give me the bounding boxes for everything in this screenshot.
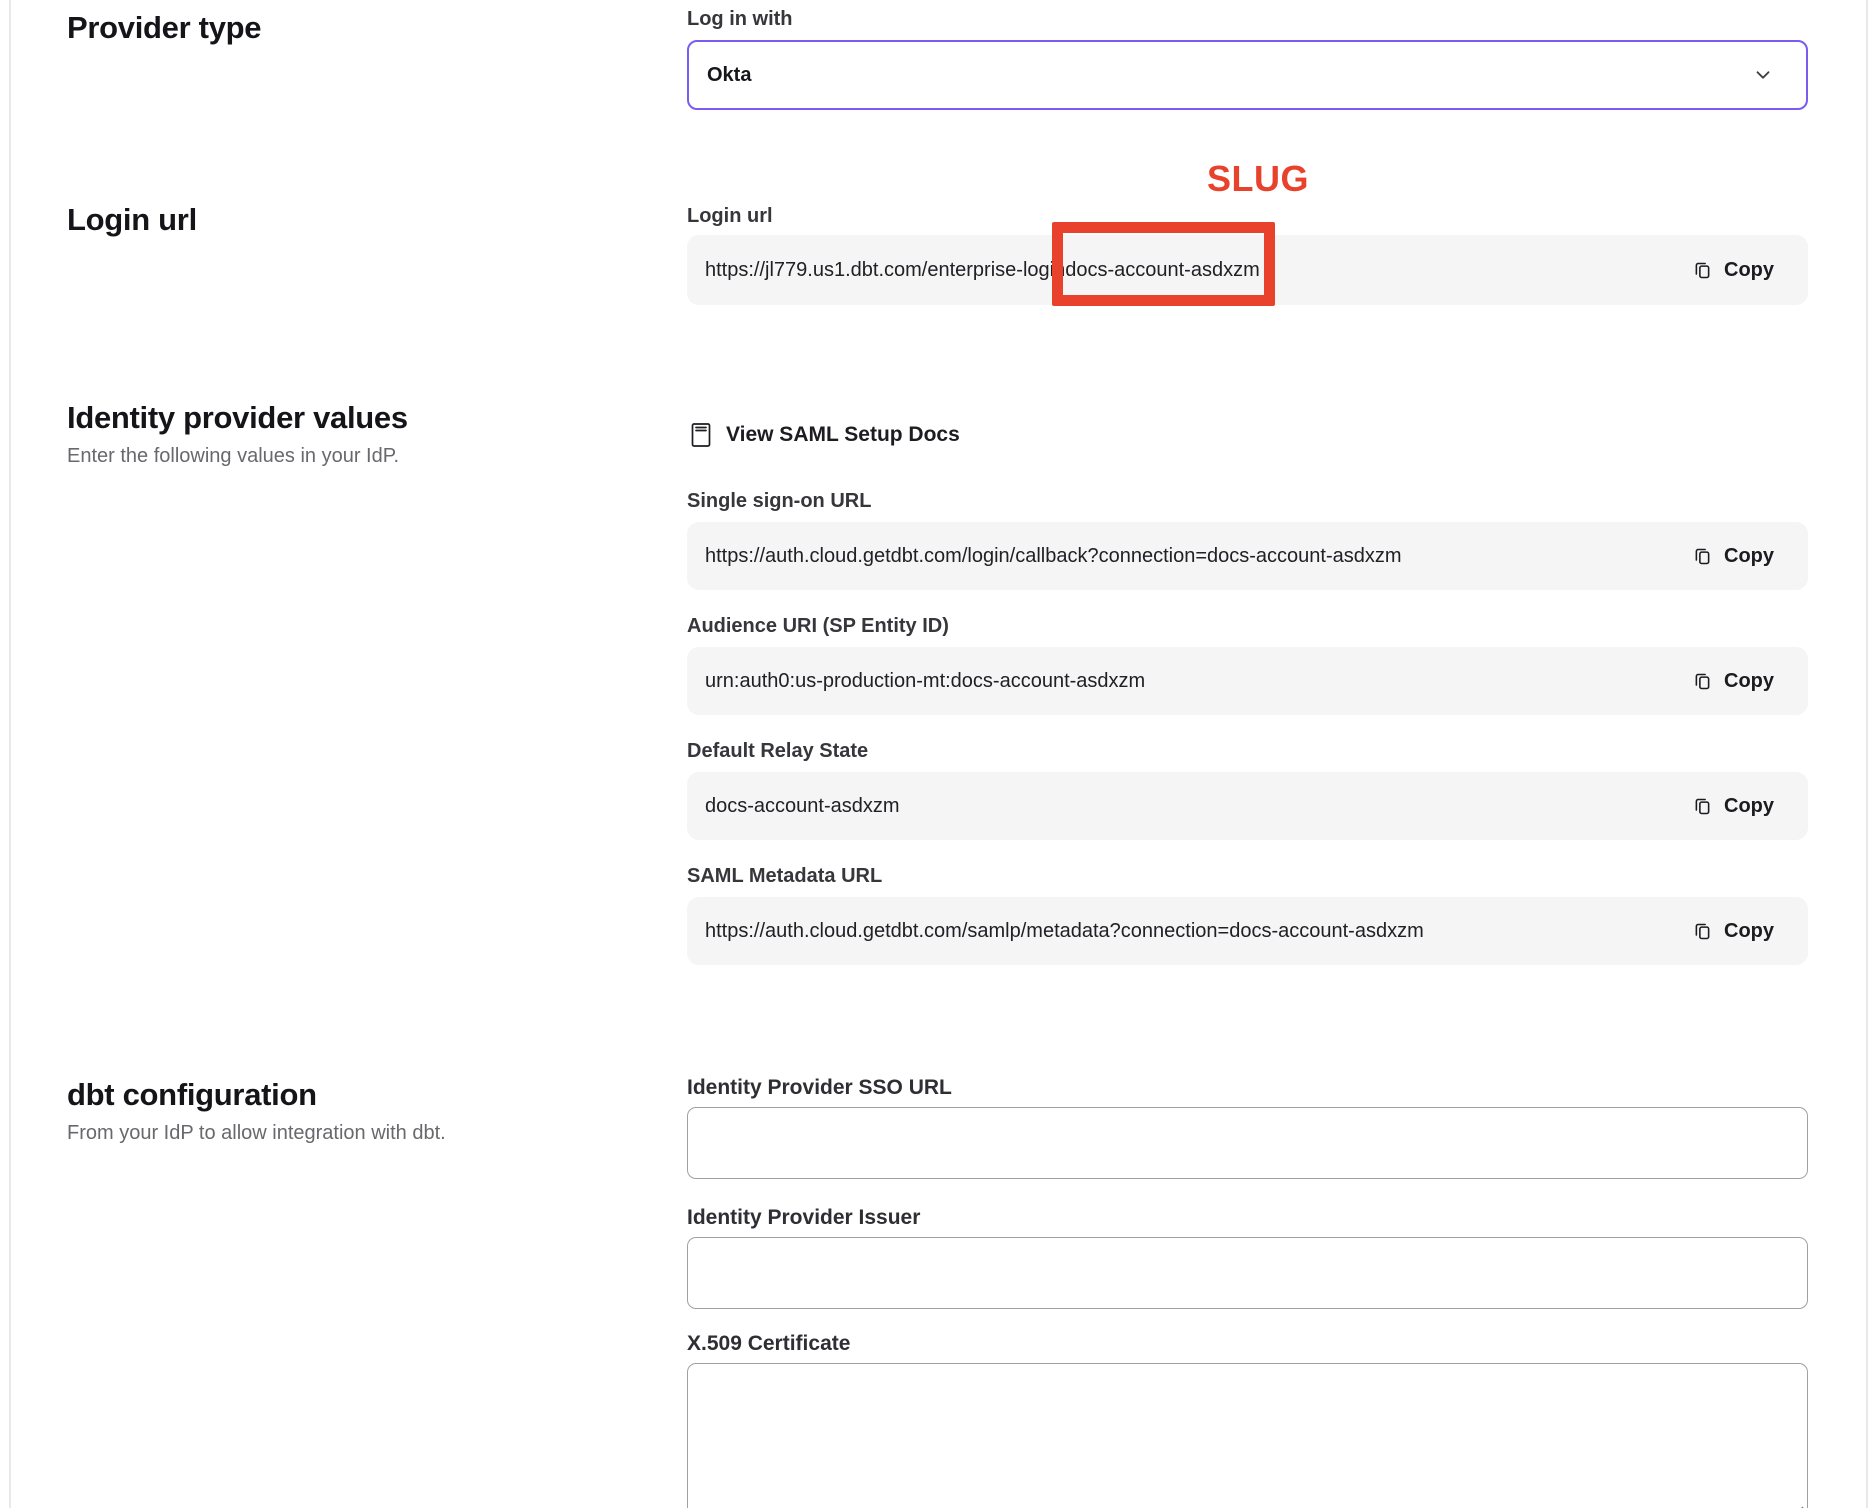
x509-certificate-wrap [687,1363,1808,1508]
card-right-border [1866,0,1868,1508]
default-relay-state-field: docs-account-asdxzm Copy [687,772,1808,840]
login-url-label: Login url [687,203,1808,229]
login-url-slug: docs-account-asdxzm [1065,259,1260,281]
default-relay-state-label: Default Relay State [687,738,1808,764]
card-left-border [9,0,11,1508]
view-saml-setup-docs-label: View SAML Setup Docs [726,423,960,447]
audience-uri-field: urn:auth0:us-production-mt:docs-account-… [687,647,1808,715]
idp-fields-col: View SAML Setup Docs Single sign-on URL … [687,398,1808,988]
section-provider-type: Provider type Log in with Okta [67,0,1808,110]
copy-icon [1692,671,1713,692]
copy-button-label: Copy [1724,795,1774,818]
login-url-value: https://jl779.us1.dbt.com/enterprise-log… [705,259,1260,282]
chevron-down-icon [1752,64,1774,86]
copy-icon [1692,546,1713,567]
audience-uri-value: urn:auth0:us-production-mt:docs-account-… [705,670,1145,693]
copy-icon [1692,260,1713,281]
idp-item-metadata-url: SAML Metadata URL https://auth.cloud.get… [687,863,1808,965]
provider-type-select[interactable]: Okta [687,40,1808,110]
idp-issuer-input[interactable] [687,1237,1808,1309]
login-url-fields-col: SLUG Login url https://jl779.us1.dbt.com… [687,160,1808,305]
saml-metadata-url-value: https://auth.cloud.getdbt.com/samlp/meta… [705,920,1424,943]
copy-icon [1692,796,1713,817]
login-url-heading-col: Login url [67,160,687,305]
dbt-configuration-subtitle: From your IdP to allow integration with … [67,1120,687,1146]
copy-button-label: Copy [1724,545,1774,568]
sso-settings-page: Provider type Log in with Okta Login url… [0,0,1876,1508]
copy-button-label: Copy [1724,259,1774,282]
copy-button-audience-uri[interactable]: Copy [1692,670,1774,693]
single-sign-on-url-field: https://auth.cloud.getdbt.com/login/call… [687,522,1808,590]
single-sign-on-url-label: Single sign-on URL [687,488,1808,514]
saml-metadata-url-field: https://auth.cloud.getdbt.com/samlp/meta… [687,897,1808,965]
section-heading-dbt-configuration: dbt configuration [67,1075,687,1115]
slug-annotation: SLUG [1207,160,1808,198]
copy-button-metadata-url[interactable]: Copy [1692,920,1774,943]
section-login-url: Login url SLUG Login url https://jl779.u… [67,160,1808,305]
provider-type-heading-col: Provider type [67,6,687,110]
copy-button-relay-state[interactable]: Copy [1692,795,1774,818]
copy-button-sso-url[interactable]: Copy [1692,545,1774,568]
saml-metadata-url-label: SAML Metadata URL [687,863,1808,889]
copy-icon [1692,921,1713,942]
idp-sso-url-input[interactable] [687,1107,1808,1179]
section-heading-idp-values: Identity provider values [67,398,687,438]
section-identity-provider-values: Identity provider values Enter the follo… [67,398,1808,988]
journal-icon [689,422,713,448]
dbt-config-heading-col: dbt configuration From your IdP to allow… [67,1075,687,1508]
x509-certificate-textarea[interactable] [687,1363,1808,1508]
audience-uri-label: Audience URI (SP Entity ID) [687,613,1808,639]
x509-certificate-label: X.509 Certificate [687,1331,1808,1357]
idp-item-audience-uri: Audience URI (SP Entity ID) urn:auth0:us… [687,613,1808,715]
single-sign-on-url-value: https://auth.cloud.getdbt.com/login/call… [705,545,1402,568]
provider-type-fields-col: Log in with Okta [687,6,1808,110]
idp-issuer-label: Identity Provider Issuer [687,1205,1808,1231]
copy-button-label: Copy [1724,670,1774,693]
idp-sso-url-label: Identity Provider SSO URL [687,1075,1808,1101]
view-saml-setup-docs-link[interactable]: View SAML Setup Docs [689,422,960,448]
dbt-config-fields-col: Identity Provider SSO URL Identity Provi… [687,1075,1808,1508]
section-dbt-configuration: dbt configuration From your IdP to allow… [67,1075,1808,1508]
sso-settings-content: Provider type Log in with Okta Login url… [67,0,1808,1508]
copy-button-label: Copy [1724,920,1774,943]
resize-handle[interactable] [1789,1504,1804,1508]
login-url-field: https://jl779.us1.dbt.com/enterprise-log… [687,235,1808,305]
idp-item-sso-url: Single sign-on URL https://auth.cloud.ge… [687,488,1808,590]
log-in-with-label: Log in with [687,6,1808,32]
copy-button-login-url[interactable]: Copy [1692,259,1774,282]
login-url-prefix: https://jl779.us1.dbt.com/enterprise-log… [705,259,1065,281]
section-heading-provider-type: Provider type [67,6,687,48]
login-url-slug-wrap: docs-account-asdxzm [1065,259,1260,282]
default-relay-state-value: docs-account-asdxzm [705,795,900,818]
section-heading-login-url: Login url [67,160,687,240]
idp-item-relay-state: Default Relay State docs-account-asdxzm … [687,738,1808,840]
idp-heading-col: Identity provider values Enter the follo… [67,398,687,988]
idp-values-subtitle: Enter the following values in your IdP. [67,443,687,469]
provider-type-select-value: Okta [707,64,751,87]
